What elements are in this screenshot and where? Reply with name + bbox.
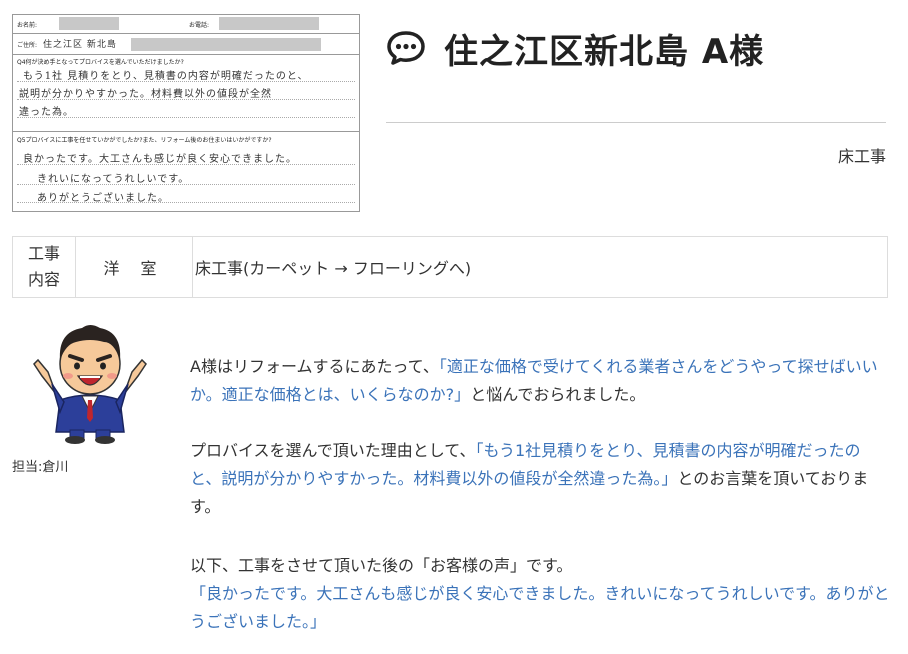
work-detail-table: 工事 内容 洋 室 床工事(カーペット → フローリングへ) bbox=[12, 236, 888, 298]
q4-label: Q4何が決め手となってプロバイスを選んでいただけましたか? bbox=[17, 59, 184, 66]
page-title: 住之江区新北島 A様 bbox=[444, 31, 765, 72]
paragraph-voice-intro: 以下、工事をさせて頂いた後の「お客様の声」です。 bbox=[190, 556, 573, 575]
q5-label: Q5プロバイスに工事を任せていかがでしたか?また、リフォーム後のお住まいはいかが… bbox=[17, 137, 272, 144]
address-handwriting: 住之江区 新北島 bbox=[43, 40, 117, 50]
name-label: お名前: bbox=[17, 22, 38, 29]
address-label: ご住所: bbox=[17, 42, 38, 49]
q4-handwriting-2: 説明が分かりやすかった。材料費以外の値段が全然 bbox=[19, 89, 272, 100]
category-label: 床工事 bbox=[837, 147, 886, 166]
title-divider bbox=[386, 122, 886, 123]
work-table-header-line1: 工事 bbox=[27, 244, 60, 263]
form-row-name: お名前: お電話: bbox=[13, 15, 359, 34]
work-table-room: 洋 室 bbox=[76, 237, 193, 297]
redacted-phone bbox=[219, 17, 319, 30]
redacted-name bbox=[59, 17, 119, 30]
paragraph-voice: 以下、工事をさせて頂いた後の「お客様の声」です。 「良かったです。大工さんも感じ… bbox=[190, 552, 890, 636]
paragraph-reason-text: プロバイスを選んで頂いた理由として、 bbox=[190, 441, 476, 460]
work-table-description: 床工事(カーペット → フローリングへ) bbox=[195, 259, 472, 278]
work-table-header-line2: 内容 bbox=[27, 270, 60, 289]
q5-handwriting-2: きれいになってうれしいです。 bbox=[37, 174, 190, 185]
questionnaire-scan-image: お名前: お電話: ご住所: 住之江区 新北島 Q4何が決め手となってプロバイス… bbox=[12, 14, 360, 212]
redacted-address bbox=[131, 38, 321, 51]
paragraph-reason: プロバイスを選んで頂いた理由として、「もう1社見積りをとり、見積書の内容が明確だ… bbox=[190, 437, 890, 521]
q5-handwriting-3: ありがとうございました。 bbox=[37, 193, 169, 204]
speech-bubble-icon bbox=[386, 28, 426, 68]
staff-avatar bbox=[30, 320, 150, 445]
phone-label: お電話: bbox=[189, 22, 210, 29]
q4-handwriting-3: 違った為。 bbox=[19, 107, 74, 118]
form-row-q5: Q5プロバイスに工事を任せていかがでしたか?また、リフォーム後のお住まいはいかが… bbox=[13, 132, 359, 210]
paragraph-intro: A様はリフォームするにあたって、「適正な価格で受けてくれる業者さんをどうやって探… bbox=[190, 353, 890, 409]
q5-handwriting-1: 良かったです。大工さんも感じが良く安心できました。 bbox=[23, 154, 297, 165]
q4-handwriting-1: もう1社 見積りをとり、見積書の内容が明確だったのと、 bbox=[23, 71, 309, 82]
work-table-header: 工事 内容 bbox=[13, 237, 76, 297]
staff-name-label: 担当:倉川 bbox=[12, 460, 69, 475]
paragraph-voice-quote: 「良かったです。大工さんも感じが良く安心できました。きれいになってうれしいです。… bbox=[190, 584, 890, 631]
paragraph-intro-text: A様はリフォームするにあたって、 bbox=[190, 357, 439, 376]
paragraph-intro-text-end: と悩んでおられました。 bbox=[470, 385, 646, 404]
form-row-q4: Q4何が決め手となってプロバイスを選んでいただけましたか? もう1社 見積りをと… bbox=[13, 55, 359, 132]
form-row-address: ご住所: 住之江区 新北島 bbox=[13, 34, 359, 55]
page-header: 住之江区新北島 A様 bbox=[386, 18, 886, 78]
